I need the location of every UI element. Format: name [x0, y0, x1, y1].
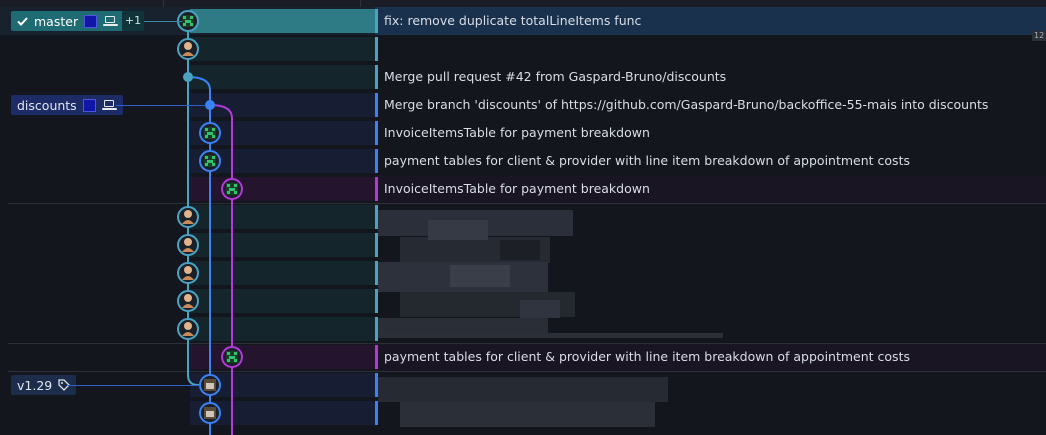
avatar-icon [184, 210, 192, 218]
laptop-icon [101, 99, 117, 111]
scroll-badge: 12 [1032, 31, 1046, 41]
avatar-icon [184, 266, 192, 274]
ref-connector [116, 105, 206, 106]
tag-v1-29[interactable]: v1.29 [11, 375, 77, 395]
avatar-icon [184, 294, 192, 302]
laptop-icon [103, 15, 119, 27]
avatar-icon [184, 42, 192, 50]
avatar-face [206, 383, 214, 389]
commit-graph [177, 10, 243, 435]
remote-avatar-icon [82, 98, 96, 112]
ref-connector [144, 21, 182, 22]
avatar-icon [184, 322, 192, 330]
merge-commit-dot [183, 72, 193, 82]
merge-commit-dot [205, 100, 215, 110]
more-refs-badge[interactable]: +1 [122, 11, 144, 31]
branch-label: discounts [17, 97, 77, 113]
branch-master[interactable]: master [11, 11, 125, 31]
avatar-icon [184, 238, 192, 246]
branch-discounts[interactable]: discounts [11, 95, 123, 115]
avatar-face [206, 411, 214, 417]
remote-avatar-icon [84, 14, 98, 28]
tag-label: v1.29 [17, 377, 53, 393]
ref-connector [68, 385, 200, 386]
branch-label: master [34, 13, 79, 29]
check-icon [17, 16, 28, 26]
